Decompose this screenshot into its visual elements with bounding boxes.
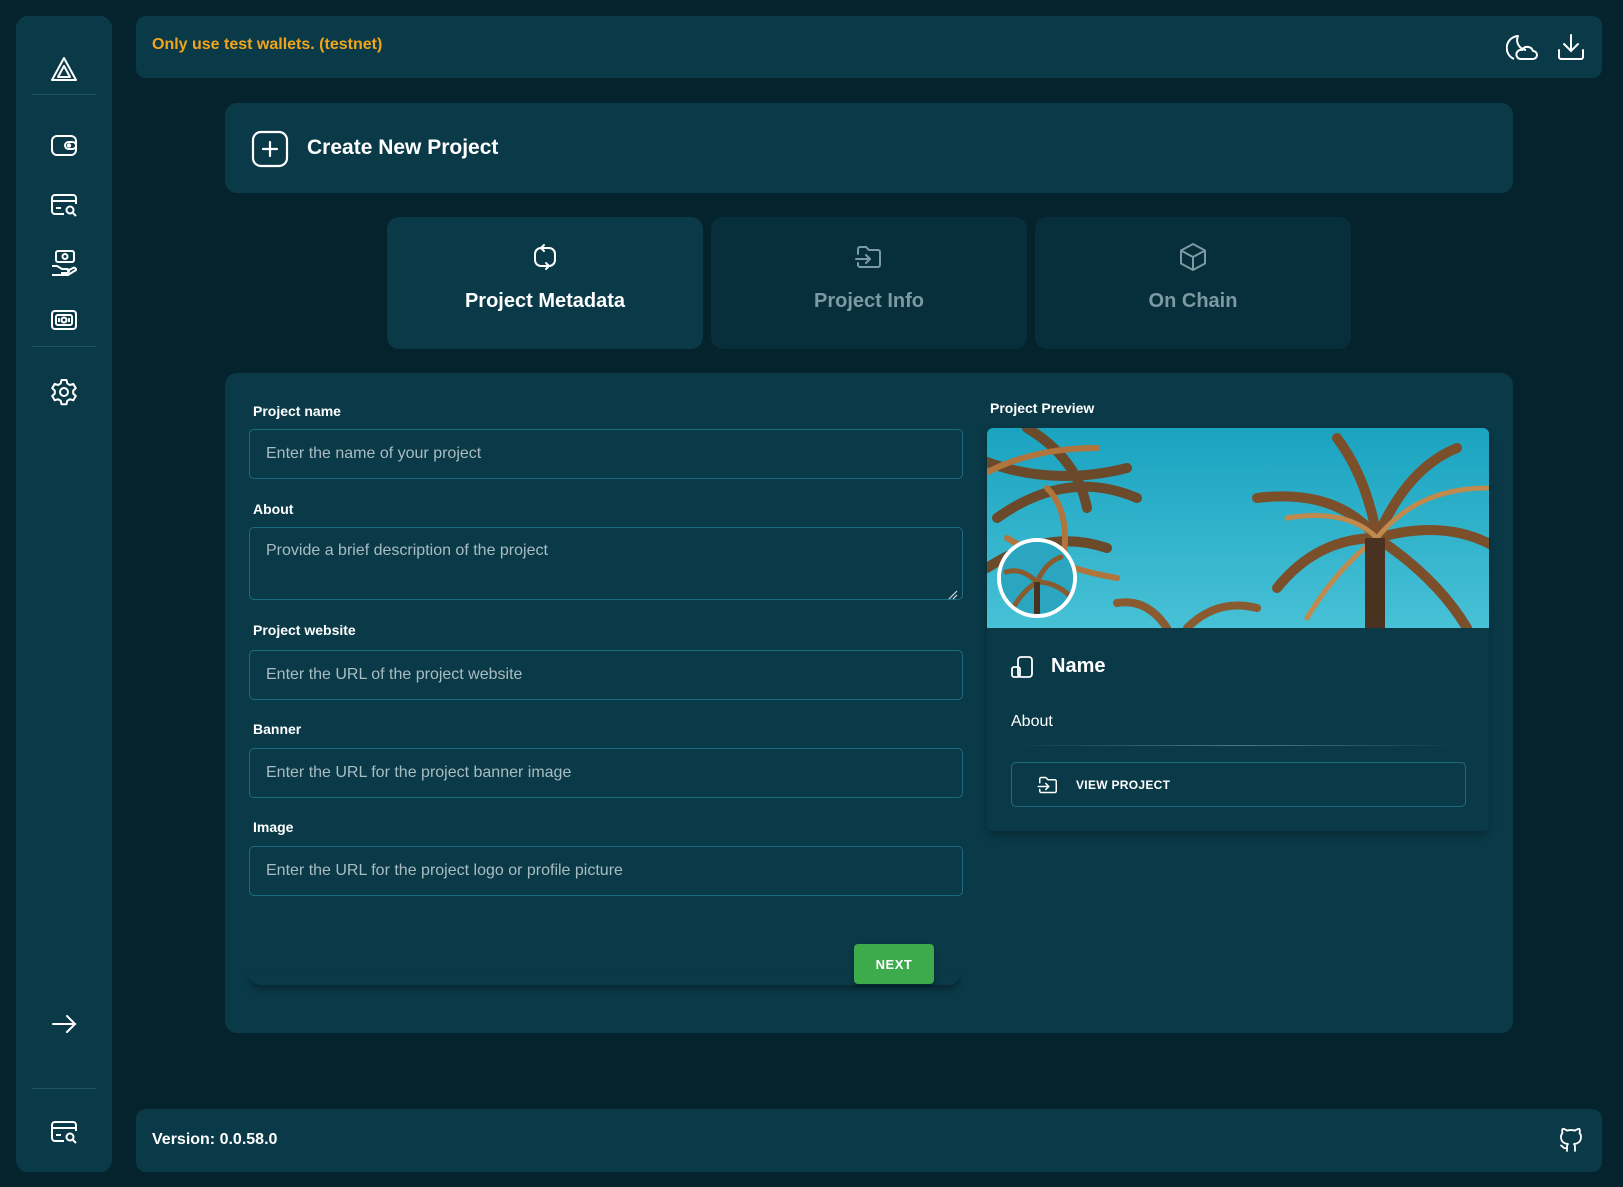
sidebar: [16, 16, 112, 1172]
project-preview-label: Project Preview: [990, 400, 1095, 416]
tab-project-metadata[interactable]: Project Metadata: [387, 217, 703, 349]
banner-input[interactable]: [249, 748, 963, 798]
tab-label: Project Info: [813, 290, 924, 312]
avatar: [997, 538, 1077, 618]
tab-label: Project Metadata: [464, 290, 626, 312]
top-bar: Only use test wallets. (testnet): [136, 16, 1602, 78]
device-icon: [1009, 654, 1035, 680]
card-search-icon[interactable]: [40, 181, 88, 229]
card-search-icon[interactable]: [40, 1108, 88, 1156]
logo-icon[interactable]: [40, 46, 88, 94]
next-button[interactable]: NEXT: [854, 944, 934, 984]
plus-square-icon: [251, 130, 289, 168]
github-icon[interactable]: [1556, 1125, 1586, 1155]
project-website-label: Project website: [253, 622, 356, 638]
tab-label: On Chain: [1148, 290, 1238, 312]
preview-name: Name: [1051, 655, 1106, 677]
theme-toggle-icon[interactable]: [1505, 30, 1540, 64]
folder-import-icon: [1036, 773, 1060, 797]
project-name-label: Project name: [253, 403, 341, 419]
sidebar-divider: [32, 94, 96, 95]
gear-icon[interactable]: [40, 368, 88, 416]
folder-import-icon: [853, 241, 885, 273]
testnet-warning: Only use test wallets. (testnet): [152, 36, 383, 53]
page-title: Create New Project: [307, 136, 499, 159]
tab-project-info[interactable]: Project Info: [711, 217, 1027, 349]
arrow-right-icon[interactable]: [40, 1000, 88, 1048]
banner-label: Banner: [253, 721, 302, 737]
about-label: About: [253, 501, 294, 517]
sidebar-divider: [32, 1088, 96, 1089]
hand-money-icon[interactable]: [40, 239, 88, 287]
image-label: Image: [253, 819, 294, 835]
preview-divider: [1011, 745, 1465, 746]
cube-icon: [1177, 241, 1209, 273]
project-website-input[interactable]: [249, 650, 963, 700]
download-icon[interactable]: [1554, 30, 1588, 64]
create-project-header: Create New Project: [225, 103, 1513, 193]
refresh-icon: [529, 241, 561, 273]
tab-on-chain[interactable]: On Chain: [1035, 217, 1351, 349]
resize-handle-icon[interactable]: [948, 587, 958, 600]
wallet-icon[interactable]: [40, 121, 88, 169]
preview-about: About: [1011, 713, 1053, 730]
project-form-card: Project name About Project website Banne…: [225, 373, 1513, 1033]
footer: Version: 0.0.58.0: [136, 1109, 1602, 1172]
version-text: Version: 0.0.58.0: [152, 1131, 278, 1148]
about-textarea[interactable]: [249, 527, 963, 600]
cash-icon[interactable]: [40, 296, 88, 344]
project-name-input[interactable]: [249, 429, 963, 479]
view-project-label: VIEW PROJECT: [1076, 778, 1171, 792]
project-preview-card: Name About VIEW PROJECT: [987, 428, 1489, 831]
view-project-button[interactable]: VIEW PROJECT: [1011, 762, 1466, 807]
sidebar-divider: [32, 346, 96, 347]
image-input[interactable]: [249, 846, 963, 896]
